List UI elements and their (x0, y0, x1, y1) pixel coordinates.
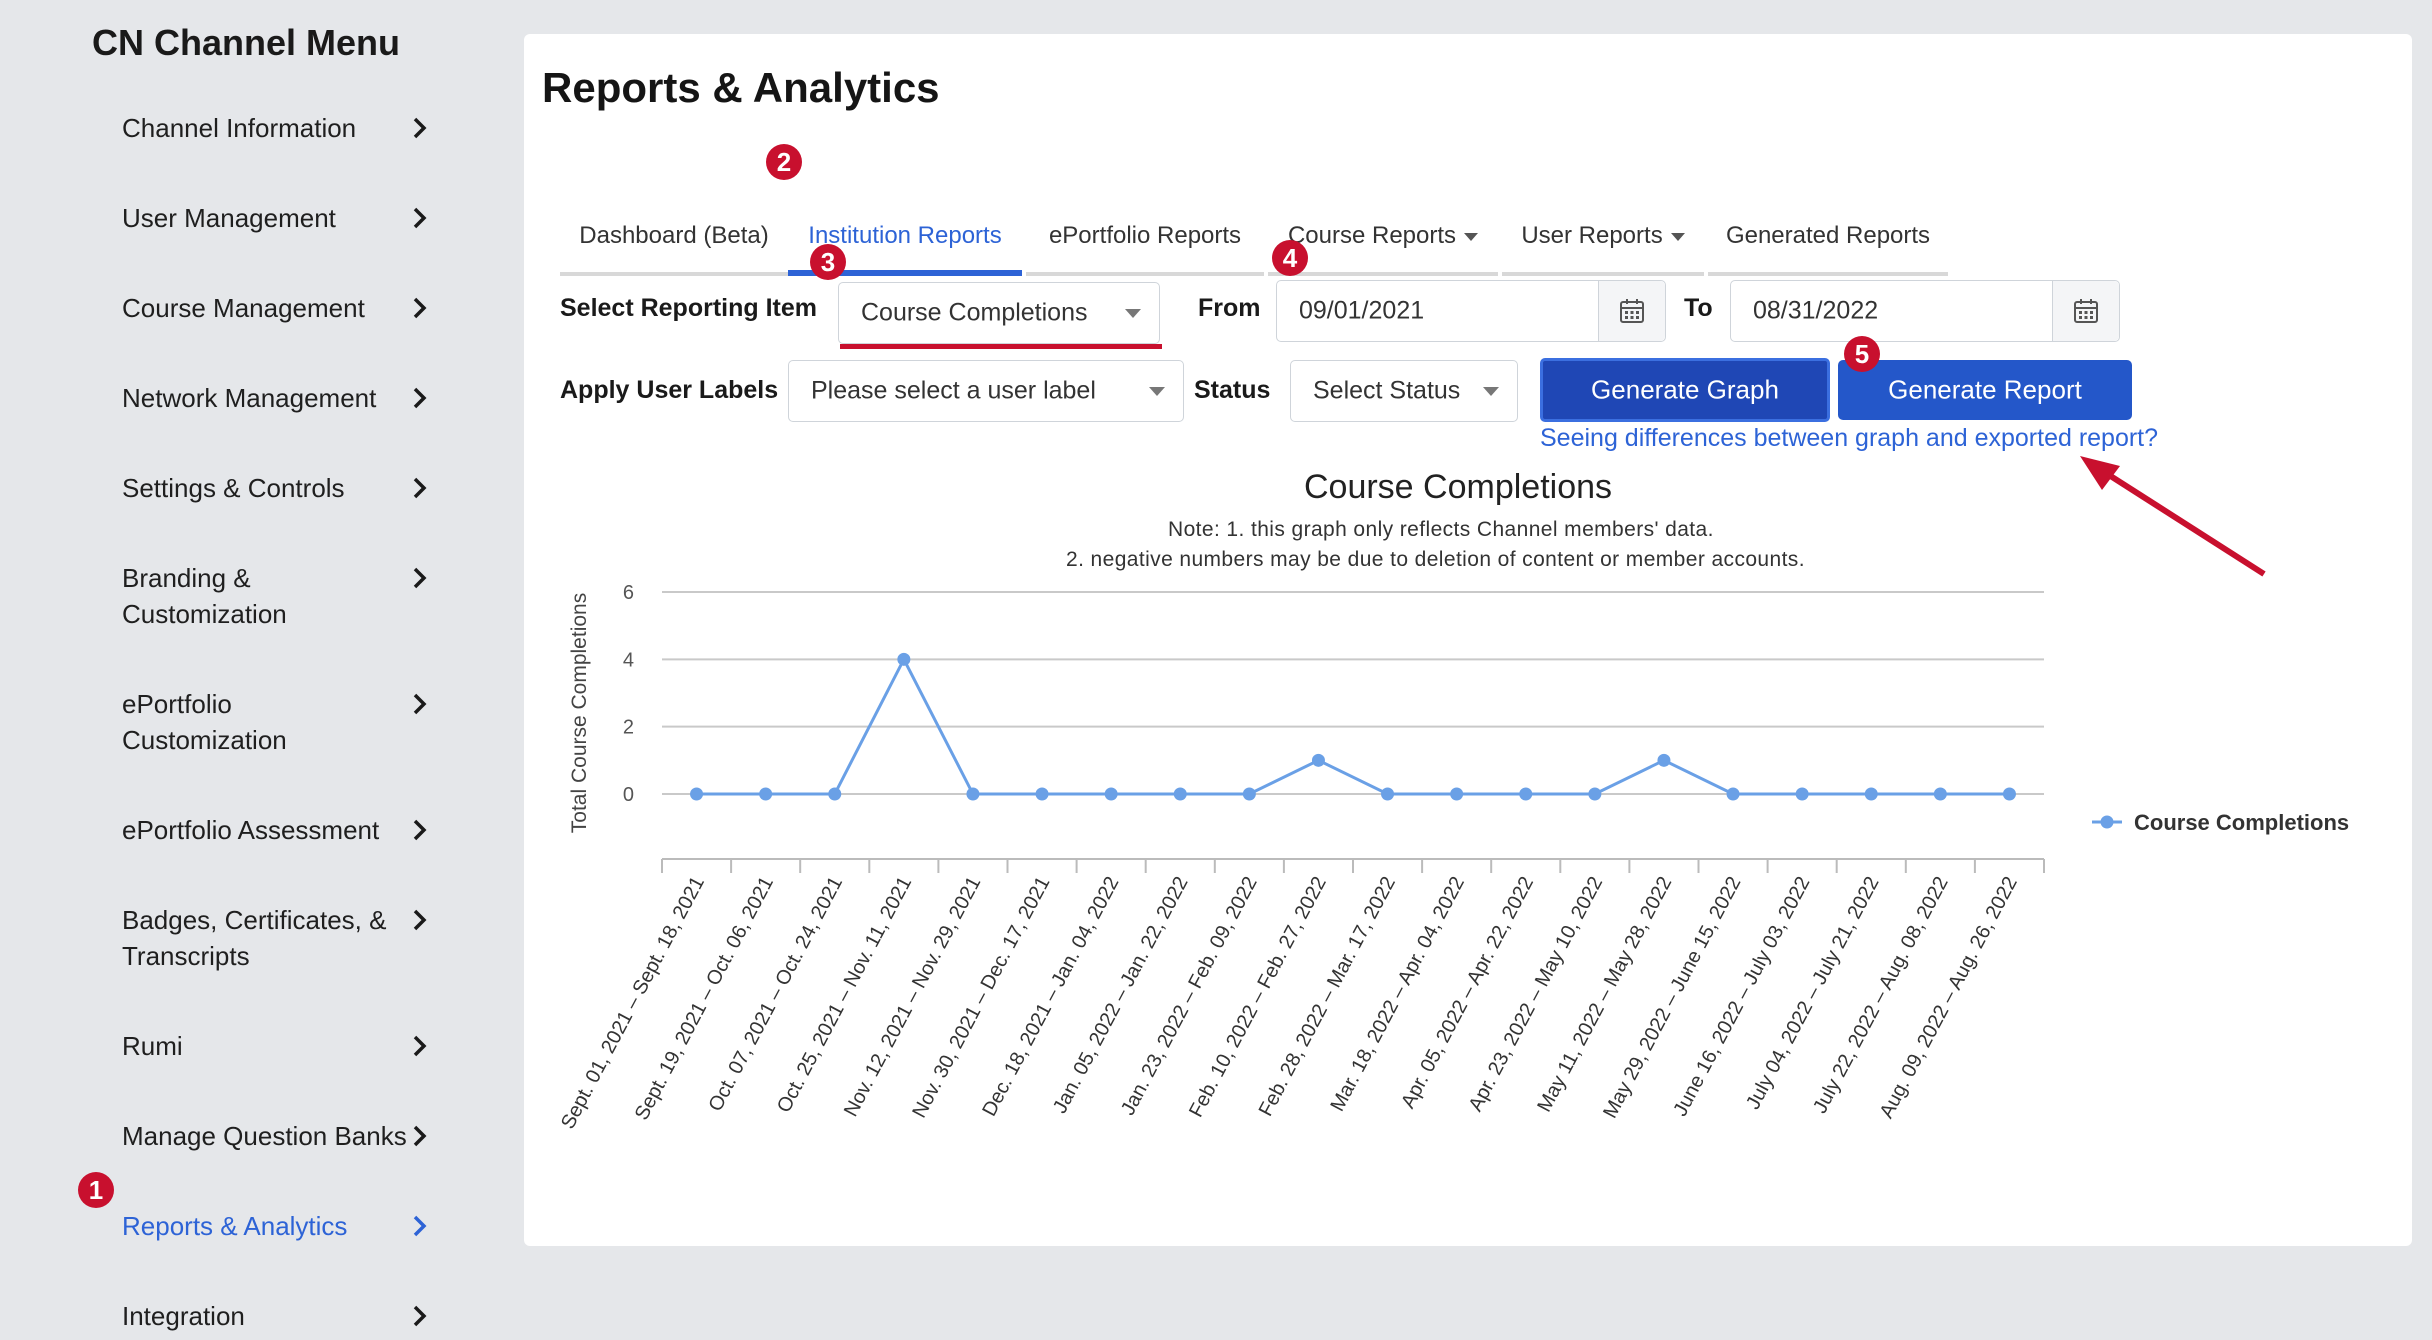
data-point (1450, 787, 1464, 801)
sidebar-item-eportfolio-assessment[interactable]: ePortfolio Assessment (122, 812, 432, 848)
x-tick-label: Aug. 09, 2022 – Aug. 26, 2022 (1876, 873, 2022, 1122)
x-tick-label: Sept. 01, 2021 – Sept. 18, 2021 (557, 873, 709, 1133)
x-tick-label: Oct. 07, 2021 – Oct. 24, 2021 (705, 873, 848, 1115)
x-tick-label: Nov. 12, 2021 – Nov. 29, 2021 (840, 873, 985, 1120)
data-point (1657, 753, 1671, 767)
chevron-right-icon (413, 387, 427, 409)
legend-marker (2100, 815, 2114, 829)
chevron-right-icon (413, 567, 427, 589)
x-tick-label: May 11, 2022 – May 28, 2022 (1533, 873, 1676, 1116)
sidebar-item-integration[interactable]: Integration (122, 1298, 432, 1334)
step-badge-4: 4 (1272, 240, 1308, 276)
data-point (1726, 787, 1740, 801)
sidebar-item-label: Rumi (122, 1031, 183, 1061)
data-point (1381, 787, 1395, 801)
chevron-right-icon (413, 117, 427, 139)
sidebar-item-reports-analytics[interactable]: Reports & Analytics (122, 1208, 432, 1244)
sidebar-item-label: Reports & Analytics (122, 1211, 348, 1241)
sidebar-item-label: Channel Information (122, 113, 357, 143)
sidebar-item-manage-question-banks[interactable]: Manage Question Banks (122, 1118, 432, 1154)
chevron-right-icon (413, 1305, 427, 1327)
data-point (966, 787, 980, 801)
x-tick-label: Apr. 05, 2022 – Apr. 22, 2022 (1397, 873, 1538, 1112)
step-badge-5: 5 (1844, 336, 1880, 372)
x-tick-label: July 22, 2022 – Aug. 08, 2022 (1809, 873, 1953, 1117)
sidebar-item-branding-customization[interactable]: Branding & Customization (122, 560, 432, 632)
data-point (1933, 787, 1947, 801)
sidebar-item-channel-information[interactable]: Channel Information (122, 110, 432, 146)
main-panel: Reports & Analytics Dashboard (Beta) Ins… (524, 34, 2412, 1246)
sidebar-item-label: Branding & Customization (122, 563, 287, 629)
x-tick-label: Jan. 23, 2022 – Feb. 09, 2022 (1117, 873, 1262, 1119)
sidebar-item-badges-certificates[interactable]: Badges, Certificates, & Transcripts (122, 902, 432, 974)
x-tick-label: July 04, 2022 – July 21, 2022 (1742, 873, 1884, 1113)
data-point (1864, 787, 1878, 801)
y-tick-label: 6 (623, 582, 634, 604)
chevron-right-icon (413, 1125, 427, 1147)
sidebar-item-eportfolio-customization[interactable]: ePortfolio Customization (122, 686, 432, 758)
x-tick-label: Sept. 19, 2021 – Oct. 06, 2021 (631, 873, 778, 1124)
chevron-right-icon (413, 693, 427, 715)
sidebar-item-settings-controls[interactable]: Settings & Controls (122, 470, 432, 506)
sidebar-item-label: ePortfolio Assessment (122, 815, 380, 845)
sidebar: CN Channel Menu Channel Information User… (0, 0, 520, 1340)
step-badge-3: 3 (810, 244, 846, 280)
x-tick-label: Dec. 18, 2021 – Jan. 04, 2022 (978, 873, 1123, 1120)
sidebar-item-label: Manage Question Banks (122, 1121, 407, 1151)
sidebar-item-network-management[interactable]: Network Management (122, 380, 432, 416)
y-axis-label: Total Course Completions (568, 593, 591, 833)
data-point (1242, 787, 1256, 801)
sidebar-title: CN Channel Menu (92, 22, 401, 63)
annotation-arrow (2080, 456, 2266, 577)
step-badge-2: 2 (766, 144, 802, 180)
step-badge-1: 1 (78, 1172, 114, 1208)
x-tick-label: Jan. 05, 2022 – Jan. 22, 2022 (1049, 873, 1193, 1117)
data-point (1588, 787, 1602, 801)
sidebar-item-course-management[interactable]: Course Management (122, 290, 432, 326)
chevron-right-icon (413, 477, 427, 499)
chevron-right-icon (413, 297, 427, 319)
x-tick-label: Mar. 18, 2022 – Apr. 04, 2022 (1326, 873, 1469, 1115)
x-tick-label: Oct. 25, 2021 – Nov. 11, 2021 (773, 873, 916, 1116)
data-point (828, 787, 842, 801)
x-tick-label: June 16, 2022 – July 03, 2022 (1669, 873, 1814, 1120)
sidebar-item-label: Network Management (122, 383, 377, 413)
data-point (1173, 787, 1187, 801)
data-point (759, 787, 773, 801)
x-tick-label: Nov. 30, 2021 – Dec. 17, 2021 (908, 873, 1054, 1122)
sidebar-item-label: User Management (122, 203, 336, 233)
y-tick-label: 0 (623, 784, 634, 806)
sidebar-item-label: Badges, Certificates, & Transcripts (122, 905, 387, 971)
data-point (897, 652, 911, 666)
y-tick-label: 2 (623, 717, 634, 739)
data-point (1519, 787, 1533, 801)
chevron-right-icon (413, 207, 427, 229)
sidebar-item-label: ePortfolio Customization (122, 689, 287, 755)
chart-canvas: 0 2 4 6 Total Course Completions Sept. 01, 20… (557, 582, 2349, 1133)
chevron-right-icon (413, 819, 427, 841)
data-point (1035, 787, 1049, 801)
chevron-right-icon (413, 1215, 427, 1237)
data-point (1104, 787, 1118, 801)
legend-label: Course Completions (2134, 810, 2349, 835)
x-tick-label: May 29, 2022 – June 15, 2022 (1599, 873, 1745, 1122)
chevron-right-icon (413, 1035, 427, 1057)
data-point (2002, 787, 2016, 801)
chevron-right-icon (413, 909, 427, 931)
sidebar-item-label: Integration (122, 1301, 245, 1331)
data-point (690, 787, 704, 801)
data-point (1311, 753, 1325, 767)
sidebar-item-rumi[interactable]: Rumi (122, 1028, 432, 1064)
sidebar-item-label: Course Management (122, 293, 365, 323)
x-tick-label: Apr. 23, 2022 – May 10, 2022 (1465, 873, 1608, 1115)
x-tick-label: Feb. 10, 2022 – Feb. 27, 2022 (1185, 873, 1331, 1121)
data-point (1795, 787, 1809, 801)
sidebar-item-user-management[interactable]: User Management (122, 200, 432, 236)
y-tick-label: 4 (623, 649, 634, 671)
x-tick-label: Feb. 28, 2022 – Mar. 17, 2022 (1255, 873, 1400, 1120)
sidebar-item-label: Settings & Controls (122, 473, 345, 503)
